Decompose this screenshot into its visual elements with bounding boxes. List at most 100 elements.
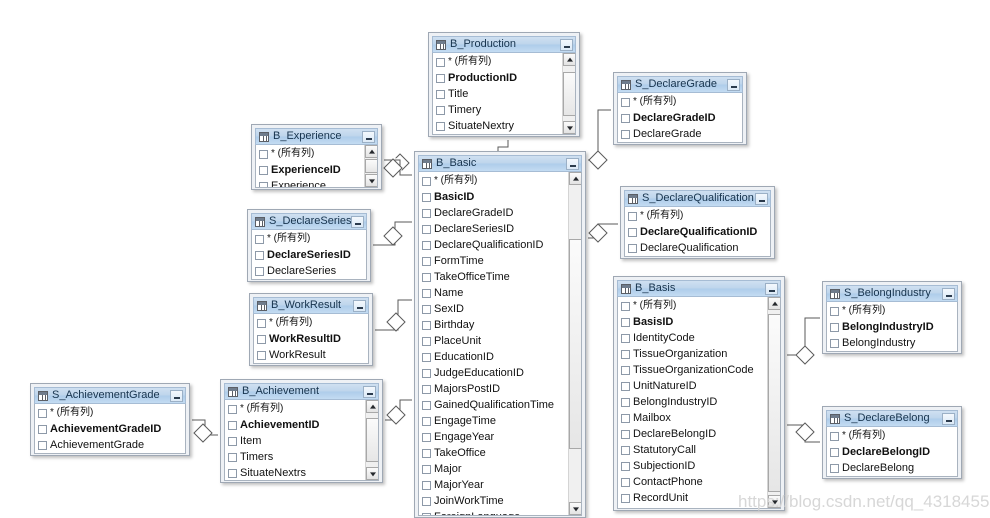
column-checkbox[interactable] xyxy=(436,105,445,115)
column-row[interactable]: WorkResultID xyxy=(254,331,368,347)
column-checkbox[interactable] xyxy=(422,368,431,378)
column-row[interactable]: Timery xyxy=(433,102,562,118)
minimize-icon[interactable] xyxy=(727,78,740,91)
column-row[interactable]: Title xyxy=(433,86,562,102)
column-row-all[interactable]: * (所有列) xyxy=(618,94,742,110)
column-row[interactable]: DeclareGrade xyxy=(618,126,742,142)
column-checkbox[interactable] xyxy=(257,334,266,344)
table-titlebar-b_basis[interactable]: B_Basis xyxy=(617,280,781,297)
column-checkbox[interactable] xyxy=(628,227,637,237)
minimize-icon[interactable] xyxy=(942,412,955,425)
column-row-all[interactable]: * (所有列) xyxy=(827,428,957,444)
column-checkbox[interactable] xyxy=(422,480,431,490)
column-row[interactable]: ExperienceID xyxy=(256,162,364,178)
table-scrollbar[interactable] xyxy=(364,145,377,187)
table-scrollbar[interactable] xyxy=(568,172,581,515)
column-checkbox[interactable] xyxy=(830,447,839,457)
column-checkbox[interactable] xyxy=(422,448,431,458)
scrollbar-thumb[interactable] xyxy=(569,238,581,449)
column-checkbox[interactable] xyxy=(621,349,630,359)
column-checkbox[interactable] xyxy=(830,431,839,441)
column-checkbox[interactable] xyxy=(259,181,268,187)
column-row[interactable]: BelongIndustry xyxy=(827,335,957,351)
column-checkbox[interactable] xyxy=(436,121,445,131)
column-row[interactable]: TissueOrganizationCode xyxy=(618,362,767,378)
column-checkbox[interactable] xyxy=(621,129,630,139)
column-checkbox[interactable] xyxy=(422,208,431,218)
column-row[interactable]: PlaceUnit xyxy=(419,333,568,349)
table-window-b_experience[interactable]: B_Experience * (所有列) ExperienceID Experienc… xyxy=(251,124,382,190)
column-checkbox[interactable] xyxy=(436,89,445,99)
column-checkbox[interactable] xyxy=(422,240,431,250)
minimize-icon[interactable] xyxy=(363,385,376,398)
column-checkbox[interactable] xyxy=(228,436,237,446)
table-titlebar-b_workresult[interactable]: B_WorkResult xyxy=(253,297,369,314)
column-row-all[interactable]: * (所有列) xyxy=(618,298,767,314)
column-checkbox[interactable] xyxy=(830,306,839,316)
minimize-icon[interactable] xyxy=(566,157,579,170)
column-checkbox[interactable] xyxy=(255,234,264,244)
column-checkbox[interactable] xyxy=(228,452,237,462)
relationship-rel-declarebelong-basis[interactable] xyxy=(787,422,820,444)
column-checkbox[interactable] xyxy=(830,338,839,348)
column-checkbox[interactable] xyxy=(422,320,431,330)
table-titlebar-s_declareseries[interactable]: S_DeclareSeries xyxy=(251,213,367,230)
table-titlebar-s_declaregrade[interactable]: S_DeclareGrade xyxy=(617,76,743,93)
column-row-all[interactable]: * (所有列) xyxy=(625,208,770,224)
column-row[interactable]: DeclareQualificationID xyxy=(625,224,770,240)
column-row[interactable]: Item xyxy=(225,433,365,449)
column-row-all[interactable]: * (所有列) xyxy=(256,146,364,162)
relationship-rel-declaregrade-basic[interactable] xyxy=(588,108,611,170)
column-row[interactable]: ProductionID xyxy=(433,70,562,86)
column-row[interactable]: DeclareBelongID xyxy=(618,426,767,442)
column-checkbox[interactable] xyxy=(830,322,839,332)
table-window-s_belongindustry[interactable]: S_BelongIndustry * (所有列) BelongIndustryID B… xyxy=(822,281,962,354)
column-checkbox[interactable] xyxy=(422,464,431,474)
column-checkbox[interactable] xyxy=(228,420,237,430)
column-checkbox[interactable] xyxy=(628,211,637,221)
column-row-all[interactable]: * (所有列) xyxy=(35,405,185,421)
minimize-icon[interactable] xyxy=(942,287,955,300)
column-checkbox[interactable] xyxy=(255,250,264,260)
column-row[interactable]: WorkResult xyxy=(254,347,368,363)
column-checkbox[interactable] xyxy=(422,176,431,186)
table-titlebar-s_achievementgrade[interactable]: S_AchievementGrade xyxy=(34,387,186,404)
column-row[interactable]: SubjectionID xyxy=(618,458,767,474)
column-row[interactable]: DeclareQualification xyxy=(625,240,770,256)
column-row[interactable]: Timers xyxy=(225,449,365,465)
column-checkbox[interactable] xyxy=(422,384,431,394)
column-checkbox[interactable] xyxy=(621,333,630,343)
scroll-up-arrow-icon[interactable] xyxy=(366,400,378,413)
column-checkbox[interactable] xyxy=(422,224,431,234)
column-checkbox[interactable] xyxy=(259,149,268,159)
column-checkbox[interactable] xyxy=(436,73,445,83)
column-row[interactable]: DeclareGradeID xyxy=(419,205,568,221)
table-scrollbar[interactable] xyxy=(767,297,780,508)
column-checkbox[interactable] xyxy=(422,288,431,298)
scroll-up-arrow-icon[interactable] xyxy=(365,145,377,158)
column-checkbox[interactable] xyxy=(257,350,266,360)
column-row[interactable]: AchievementID xyxy=(225,417,365,433)
column-row[interactable]: DeclareGradeID xyxy=(618,110,742,126)
relationship-rel-belongindustry-basis[interactable] xyxy=(787,316,820,365)
column-row[interactable]: DeclareBelongID xyxy=(827,444,957,460)
column-row[interactable]: BelongIndustryID xyxy=(827,319,957,335)
column-checkbox[interactable] xyxy=(621,429,630,439)
scroll-down-arrow-icon[interactable] xyxy=(569,502,581,515)
column-row[interactable]: MajorsPostID xyxy=(419,381,568,397)
column-checkbox[interactable] xyxy=(228,468,237,478)
table-titlebar-s_belongindustry[interactable]: S_BelongIndustry xyxy=(826,285,958,302)
diagram-canvas[interactable]: B_Production * (所有列) ProductionID Title Time… xyxy=(0,0,990,518)
column-checkbox[interactable] xyxy=(38,424,47,434)
scroll-up-arrow-icon[interactable] xyxy=(768,297,780,310)
column-checkbox[interactable] xyxy=(422,496,431,506)
column-row[interactable]: FormTime xyxy=(419,253,568,269)
column-row[interactable]: Name xyxy=(419,285,568,301)
column-checkbox[interactable] xyxy=(621,113,630,123)
column-checkbox[interactable] xyxy=(621,397,630,407)
column-row[interactable]: AchievementGradeID xyxy=(35,421,185,437)
column-row[interactable]: SituateNextry xyxy=(433,118,562,134)
column-row[interactable]: AchievementGrade xyxy=(35,437,185,453)
column-checkbox[interactable] xyxy=(422,272,431,282)
table-window-b_workresult[interactable]: B_WorkResult * (所有列) WorkResultID WorkResul… xyxy=(249,293,373,366)
